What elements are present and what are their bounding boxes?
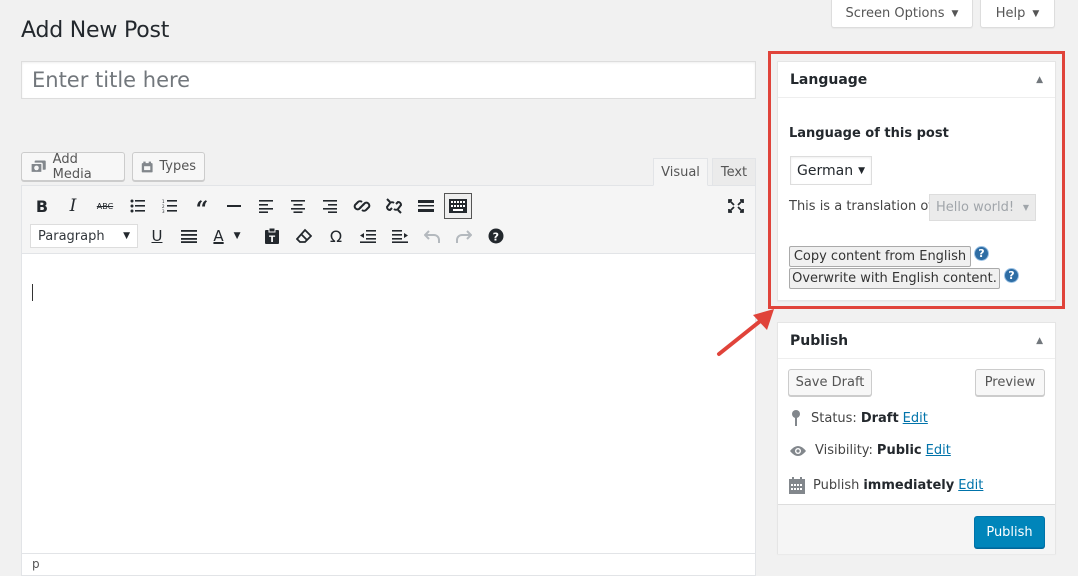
svg-text:T: T xyxy=(269,235,276,244)
undo-icon[interactable] xyxy=(418,223,446,249)
numbered-list-icon[interactable]: 123 xyxy=(156,193,184,219)
preview-label: Preview xyxy=(984,375,1036,390)
caret-down-icon: ▼ xyxy=(1032,8,1040,19)
text-color-letter: A xyxy=(213,227,224,245)
publish-actions: Publish xyxy=(778,504,1055,554)
caret-down-icon: ▼ xyxy=(233,231,241,241)
read-more-icon[interactable] xyxy=(412,193,440,219)
fullscreen-icon[interactable] xyxy=(722,193,750,219)
pin-icon xyxy=(792,410,800,426)
horizontal-line-icon[interactable] xyxy=(220,193,248,219)
post-title-input[interactable]: Enter title here xyxy=(21,61,756,99)
italic-icon[interactable]: I xyxy=(59,193,87,219)
save-draft-label: Save Draft xyxy=(795,375,865,390)
publish-box-title: Publish xyxy=(790,332,849,349)
format-select[interactable]: Paragraph ▼ xyxy=(30,224,138,248)
align-right-icon[interactable] xyxy=(316,193,344,219)
text-cursor xyxy=(32,284,33,301)
underline-icon[interactable]: U xyxy=(143,223,171,249)
eye-icon xyxy=(790,445,806,456)
post-editor: B I ABC 123 “ Paragraph ▼ U A ▼ T Ω ? p xyxy=(21,185,756,576)
visibility-value: Public xyxy=(876,443,922,458)
screen-options-button[interactable]: Screen Options ▼ xyxy=(831,0,973,28)
format-select-value: Paragraph xyxy=(38,228,105,244)
clear-formatting-icon[interactable] xyxy=(290,223,318,249)
publish-box: Publish ▲ Save Draft Preview Status: Dra… xyxy=(777,322,1056,554)
collapse-arrow-icon[interactable]: ▲ xyxy=(1036,336,1043,346)
visibility-row: Visibility: Public Edit xyxy=(789,443,951,458)
justify-icon[interactable] xyxy=(175,223,203,249)
media-icon xyxy=(30,160,46,173)
editor-content[interactable] xyxy=(22,254,755,554)
caret-down-icon: ▼ xyxy=(123,231,130,241)
status-label: Status: xyxy=(811,410,857,426)
status-value: Draft xyxy=(860,410,899,426)
unlink-icon[interactable] xyxy=(380,193,408,219)
title-placeholder: Enter title here xyxy=(32,68,191,92)
types-button[interactable]: Types xyxy=(132,152,205,181)
paste-as-text-icon[interactable]: T xyxy=(258,223,286,249)
indent-icon[interactable] xyxy=(386,223,414,249)
schedule-row: Publish immediately Edit xyxy=(789,477,983,494)
blockquote-icon[interactable]: “ xyxy=(188,193,216,223)
status-row: Status: Draft Edit xyxy=(789,409,928,427)
align-left-icon[interactable] xyxy=(252,193,280,219)
edit-schedule-link[interactable]: Edit xyxy=(958,478,983,493)
strikethrough-icon[interactable]: ABC xyxy=(91,193,119,219)
svg-text:3: 3 xyxy=(162,209,165,213)
screen-options-label: Screen Options xyxy=(845,6,945,21)
edit-status-link[interactable]: Edit xyxy=(903,411,928,426)
visibility-label: Visibility: xyxy=(815,443,873,458)
tab-text[interactable]: Text xyxy=(712,158,756,186)
keyboard-shortcuts-icon[interactable]: ? xyxy=(482,223,510,249)
page-title: Add New Post xyxy=(21,18,170,43)
toolbar-toggle-icon[interactable] xyxy=(444,193,472,219)
editor-toolbar: B I ABC 123 “ Paragraph ▼ U A ▼ T Ω ? xyxy=(22,186,755,254)
editor-status-path: p xyxy=(22,553,755,575)
outdent-icon[interactable] xyxy=(354,223,382,249)
calendar-icon xyxy=(789,477,805,494)
publish-value: immediately xyxy=(863,478,955,493)
add-media-button[interactable]: Add Media xyxy=(21,151,125,182)
tab-text-label: Text xyxy=(720,164,748,180)
element-path[interactable]: p xyxy=(32,557,40,571)
preview-button[interactable]: Preview xyxy=(975,369,1045,396)
special-character-icon[interactable]: Ω xyxy=(322,223,350,249)
help-button[interactable]: Help ▼ xyxy=(980,0,1055,28)
align-center-icon[interactable] xyxy=(284,193,312,219)
publish-label: Publish xyxy=(813,478,860,493)
bold-icon[interactable]: B xyxy=(28,193,56,219)
svg-text:?: ? xyxy=(493,230,499,243)
bullet-list-icon[interactable] xyxy=(124,193,152,219)
highlight-frame xyxy=(768,51,1065,309)
types-icon xyxy=(141,161,153,172)
publish-box-header[interactable]: Publish ▲ xyxy=(778,323,1055,359)
publish-button[interactable]: Publish xyxy=(974,516,1045,548)
save-draft-button[interactable]: Save Draft xyxy=(788,369,872,396)
edit-visibility-link[interactable]: Edit xyxy=(926,443,951,458)
publish-button-label: Publish xyxy=(986,524,1033,540)
types-label: Types xyxy=(159,159,196,174)
add-media-label: Add Media xyxy=(52,151,92,182)
text-color-icon[interactable]: A ▼ xyxy=(207,223,247,249)
tab-visual[interactable]: Visual xyxy=(653,158,708,186)
tab-visual-label: Visual xyxy=(661,164,700,180)
redo-icon[interactable] xyxy=(450,223,478,249)
link-icon[interactable] xyxy=(348,193,376,219)
highlight-arrow-icon xyxy=(717,309,774,356)
caret-down-icon: ▼ xyxy=(951,8,959,19)
help-label: Help xyxy=(995,6,1026,21)
